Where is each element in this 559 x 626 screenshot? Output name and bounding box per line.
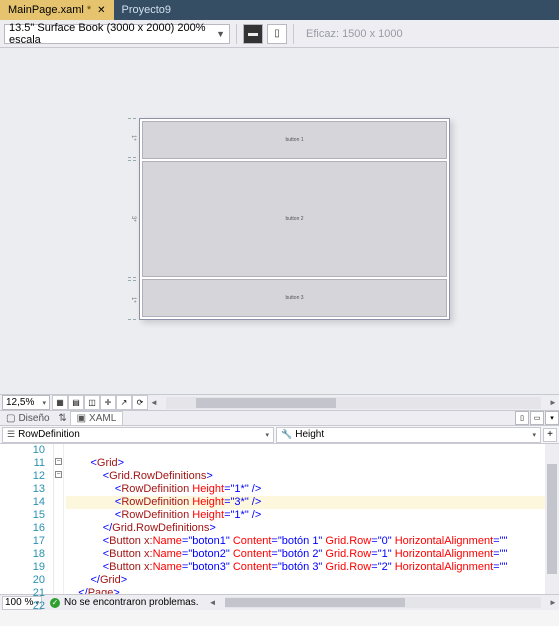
scroll-right-icon[interactable]: ► [547,598,559,607]
orientation-landscape-button[interactable]: ▬ [243,24,263,44]
device-combo-value: 13.5" Surface Book (3000 x 2000) 200% es… [9,22,216,46]
scroll-thumb[interactable] [196,398,336,408]
snap-lines-button[interactable]: ✛ [100,395,116,410]
scroll-left-icon[interactable]: ◄ [207,598,219,607]
row-ruler: 1* 3* 1* [128,118,136,320]
collapse-pane-button[interactable]: ▾ [545,411,559,425]
row-adorner-2[interactable]: 1* [128,280,136,320]
member-value: Height [295,429,324,440]
scope-icon: ☰ [7,429,15,440]
scroll-left-icon[interactable]: ◄ [148,398,160,407]
add-member-button[interactable]: + [543,428,557,442]
design-icon: ▢ [6,413,15,424]
refresh-button[interactable]: ⟳ [132,395,148,410]
scroll-thumb[interactable] [547,464,557,574]
effective-resolution-label: Eficaz: 1500 x 1000 [306,28,403,40]
document-tab-proyecto9[interactable]: Proyecto9 [114,0,180,20]
editor-hscroll[interactable] [225,597,541,608]
outline-toggle[interactable]: − [55,458,62,465]
toolbar-separator [236,24,237,44]
design-tab-label: Diseño [18,413,49,424]
artboard[interactable]: button 1 button 2 button 3 [139,118,450,320]
chevron-down-icon: ▾ [532,431,536,439]
swap-panes-button[interactable]: ⇅ [56,413,70,424]
wrench-icon: 🔧 [281,429,292,440]
outline-margin: − − [54,444,64,594]
chevron-down-icon: ▾ [42,399,46,407]
tab-label: Proyecto9 [122,4,172,16]
designer-toolbar: 13.5" Surface Book (3000 x 2000) 200% es… [0,20,559,48]
designer-view-buttons: ▦ ▤ ◫ ✛ ↗ ⟳ [52,395,148,410]
designer-surface[interactable]: 1* 3* 1* button 1 button 2 button 3 [0,48,559,394]
orientation-portrait-button[interactable]: ▯ [267,24,287,44]
chevron-down-icon: ▾ [265,431,269,439]
line-gutter: 10111213141516171819202122 [0,444,54,594]
split-horizontal-button[interactable]: ▭ [530,411,544,425]
scope-value: RowDefinition [18,429,80,440]
member-combo[interactable]: 🔧 Height ▾ [276,427,541,443]
outline-toggle[interactable]: − [55,471,62,478]
chevron-down-icon: ▼ [216,29,225,39]
designer-footer: 12,5% ▾ ▦ ▤ ◫ ✛ ↗ ⟳ ◄ ► [0,394,559,410]
toolbar-separator [293,24,294,44]
status-bar: 100 % ▾ ✓ No se encontraron problemas. ◄… [0,594,559,610]
designer-zoom-combo[interactable]: 12,5% ▾ [2,395,50,410]
zoom-value: 12,5% [6,397,34,408]
xaml-tab[interactable]: ▣ XAML [70,411,124,425]
document-tab-mainpage[interactable]: MainPage.xaml * ✕ [0,0,114,20]
show-handles-button[interactable]: ↗ [116,395,132,410]
split-vertical-button[interactable]: ▯ [515,411,529,425]
scroll-thumb[interactable] [225,598,405,607]
design-button-1[interactable]: button 1 [142,121,447,159]
xaml-icon: ▣ [77,413,86,424]
design-tab[interactable]: ▢ Diseño [0,411,56,425]
snap-button[interactable]: ◫ [84,395,100,410]
tab-label: MainPage.xaml [8,4,84,16]
document-tabstrip: MainPage.xaml * ✕ Proyecto9 [0,0,559,20]
designer-hscroll[interactable] [166,397,541,409]
scroll-right-icon[interactable]: ► [547,398,559,407]
dirty-indicator: * [87,4,91,16]
grid-view-alt-button[interactable]: ▤ [68,395,84,410]
scope-combo[interactable]: ☰ RowDefinition ▾ [2,427,274,443]
code-content[interactable]: <Grid> <Grid.RowDefinitions> <RowDefinit… [64,444,545,594]
code-editor[interactable]: 10111213141516171819202122 − − <Grid> <G… [0,444,559,594]
row-adorner-0[interactable]: 1* [128,118,136,158]
design-button-2[interactable]: button 2 [142,161,447,277]
device-combo[interactable]: 13.5" Surface Book (3000 x 2000) 200% es… [4,24,230,44]
editor-vscroll[interactable] [545,444,559,594]
ok-icon: ✓ [50,598,60,608]
design-button-3[interactable]: button 3 [142,279,447,317]
xaml-tab-label: XAML [89,413,116,424]
split-tab-row: ▢ Diseño ⇅ ▣ XAML ▯ ▭ ▾ [0,410,559,426]
row-adorner-1[interactable]: 3* [128,160,136,278]
code-nav-bar: ☰ RowDefinition ▾ 🔧 Height ▾ + [0,426,559,444]
status-message: No se encontraron problemas. [64,597,199,608]
close-icon[interactable]: ✕ [97,5,105,16]
grid-view-button[interactable]: ▦ [52,395,68,410]
